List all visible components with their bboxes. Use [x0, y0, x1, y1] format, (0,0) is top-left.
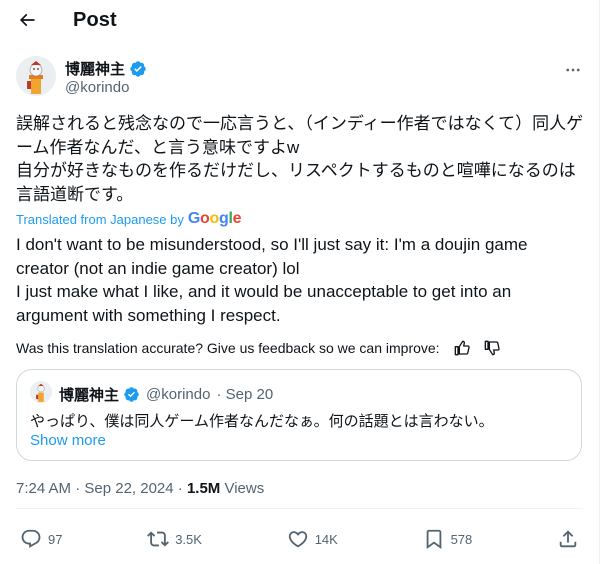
repost-count: 3.5K [175, 531, 202, 547]
quoted-post[interactable]: 博麗神主 @korindo · Sep 20 やっぱり、僕は同人ゲーム作者なんだ… [16, 369, 582, 461]
reply-count: 97 [48, 531, 63, 547]
back-button[interactable] [10, 3, 44, 37]
more-options-button[interactable] [563, 60, 583, 80]
page-title: Post [73, 8, 117, 31]
quote-handle: @korindo [146, 386, 211, 403]
time-date[interactable]: 7:24 AM · Sep 22, 2024 · [16, 480, 187, 497]
bookmark-count: 578 [450, 531, 473, 547]
views-label: Views [220, 480, 265, 497]
like-button[interactable]: 14K [287, 528, 338, 550]
repost-button[interactable]: 3.5K [147, 528, 202, 550]
quote-display-name: 博麗神主 [59, 387, 120, 404]
thumbs-up-icon [454, 340, 470, 356]
post-timestamp: 7:24 AM · Sep 22, 2024 · 1.5M Views [16, 480, 264, 497]
avatar-image [16, 56, 56, 96]
verified-badge-icon [130, 60, 146, 77]
share-button[interactable] [557, 528, 579, 550]
reply-button[interactable]: 97 [20, 528, 62, 550]
author-row: 博麗神主 @korindo [16, 56, 583, 100]
post-column: Post 博麗神主 @korindo 誤解されると残念なので一応言うと、（インデ… [0, 0, 600, 564]
more-horizontal-icon [566, 68, 580, 72]
show-more-link[interactable]: Show more [30, 432, 106, 449]
google-logo: Google [187, 210, 242, 227]
translation-feedback: Was this translation accurate? Give us f… [16, 338, 502, 358]
quote-text: やっぱり、僕は同人ゲーム作者なんだなぁ。何の話題とは言わない。 [30, 413, 494, 430]
display-name[interactable]: 博麗神主 [65, 58, 125, 79]
verified-badge-icon [124, 387, 139, 402]
share-icon [559, 530, 577, 548]
divider [16, 508, 583, 509]
reply-icon [21, 529, 41, 548]
thumbs-down-icon [484, 340, 500, 356]
post-text-translated: I don't want to be misunderstood, so I'l… [16, 235, 528, 325]
heart-icon [288, 531, 307, 548]
avatar[interactable] [16, 56, 56, 96]
handle[interactable]: @korindo [65, 79, 129, 96]
like-count: 14K [314, 531, 338, 547]
quote-date: · Sep 20 [216, 386, 274, 403]
arrow-left-icon [19, 13, 35, 27]
quote-avatar [30, 381, 52, 403]
header-bar: Post [0, 0, 599, 40]
repost-icon [147, 531, 170, 547]
bookmark-button[interactable]: 578 [423, 528, 473, 550]
action-bar: 97 3.5K 14K 578 [20, 524, 579, 554]
thumbs-down-button[interactable] [482, 338, 502, 358]
translation-attribution: Translated from Japanese by Google [16, 210, 242, 228]
views-count: 1.5M [186, 480, 221, 497]
bookmark-icon [426, 529, 441, 550]
post-text-original: 誤解されると残念なので一応言うと、（インディー作者ではなくて）同人ゲーム作者なん… [16, 114, 584, 204]
translated-label: Translated from Japanese by [16, 211, 184, 227]
thumbs-up-button[interactable] [452, 338, 472, 358]
feedback-question: Was this translation accurate? Give us f… [16, 340, 440, 356]
